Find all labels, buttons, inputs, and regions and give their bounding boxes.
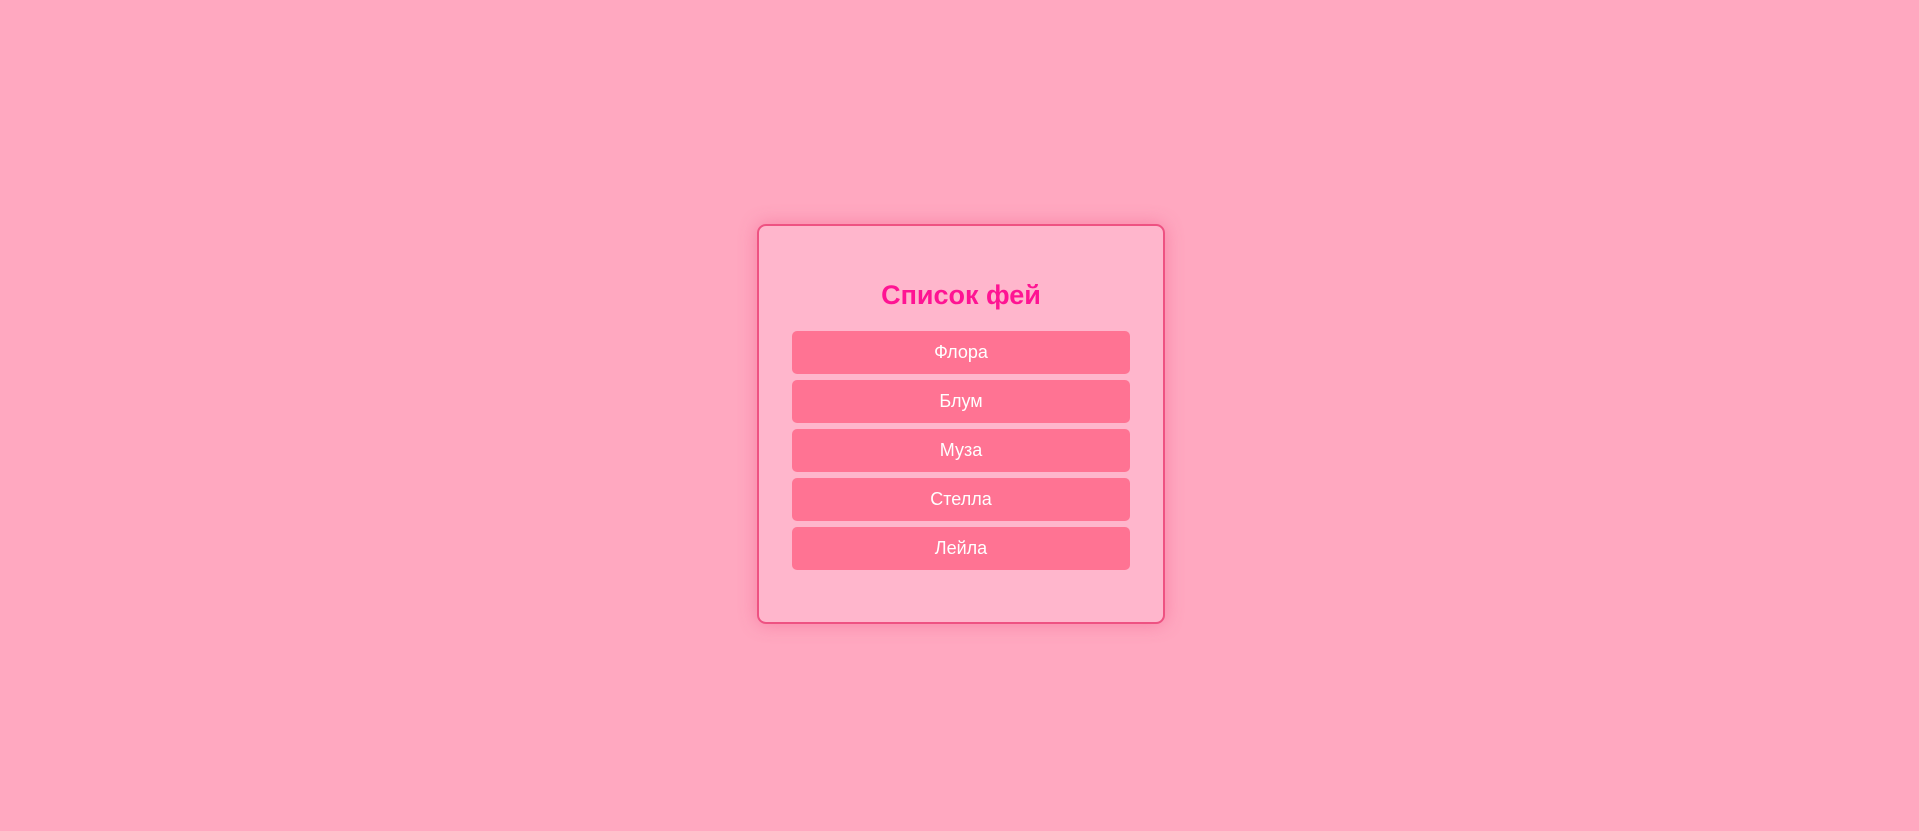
fairy-item-layla[interactable]: Лейла (792, 527, 1130, 570)
card-title: Список фей (881, 280, 1041, 310)
fairy-item-flora[interactable]: Флора (792, 331, 1130, 374)
fairy-item-stella[interactable]: Стелла (792, 478, 1130, 521)
fairy-item-musa[interactable]: Муза (792, 429, 1130, 472)
fairy-item-bloom[interactable]: Блум (792, 380, 1130, 423)
fairy-list-card: Список фей Флора Блум Муза Стелла Лейла (757, 224, 1165, 624)
fairy-list: Флора Блум Муза Стелла Лейла (792, 331, 1130, 576)
